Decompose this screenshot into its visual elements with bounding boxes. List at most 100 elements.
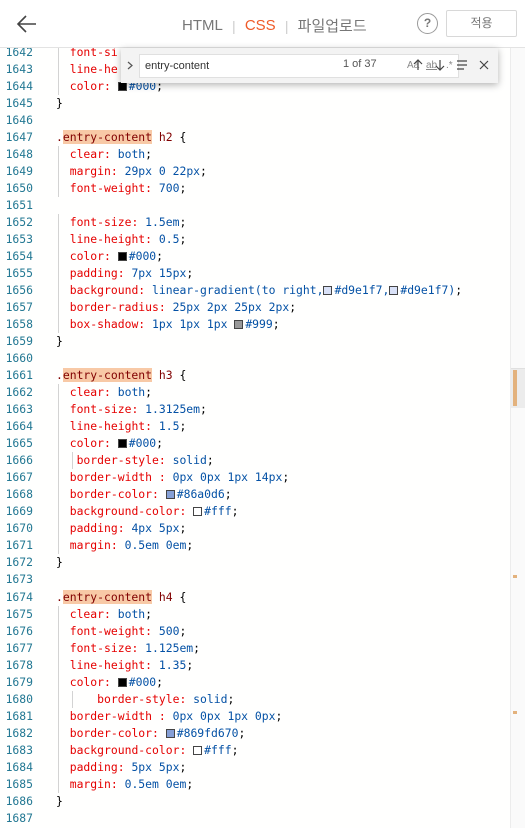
line-number: 1666 bbox=[5, 453, 33, 468]
color-swatch[interactable] bbox=[117, 677, 127, 687]
code-line: 1658 box-shadow: 1px 1px 1px #999; bbox=[0, 316, 525, 334]
code-lines: 1642 font-si 1643 line-he 1644 color: #000… bbox=[0, 48, 525, 827]
code-line: 1674 .entry-content h4 { bbox=[0, 589, 525, 606]
tab-css[interactable]: CSS bbox=[245, 17, 276, 34]
code-text: line-height: 0.5; bbox=[69, 232, 187, 247]
code-text: clear: both; bbox=[69, 385, 153, 400]
color-swatch[interactable] bbox=[389, 286, 399, 296]
code-line: 1667 border-width : 0px 0px 1px 14px; bbox=[0, 469, 525, 487]
line-number: 1679 bbox=[5, 674, 33, 689]
code-line: 1677 font-size: 1.125em; bbox=[0, 639, 525, 657]
code-text: border-style: solid; bbox=[97, 691, 235, 706]
tab-html[interactable]: HTML bbox=[182, 17, 223, 34]
line-number: 1657 bbox=[5, 300, 33, 315]
line-number: 1680 bbox=[5, 691, 33, 706]
line-number: 1675 bbox=[5, 606, 33, 621]
code-text: } bbox=[56, 555, 63, 570]
code-text: font-size: 1.125em; bbox=[69, 640, 201, 655]
code-text: line-height: 1.35; bbox=[69, 657, 194, 672]
line-number: 1661 bbox=[5, 368, 33, 383]
code-text: border-color: #86a0d6; bbox=[69, 487, 232, 502]
color-swatch[interactable] bbox=[193, 507, 203, 517]
apply-button[interactable]: 적용 bbox=[446, 10, 517, 37]
line-number: 1651 bbox=[5, 198, 33, 213]
code-text: .entry-content h2 { bbox=[56, 130, 187, 145]
line-number: 1644 bbox=[5, 79, 33, 94]
close-icon[interactable] bbox=[476, 57, 492, 73]
code-line: 1685 margin: 0.5em 0em; bbox=[0, 775, 525, 793]
line-number: 1687 bbox=[5, 810, 33, 825]
find-query: entry-content bbox=[145, 60, 210, 72]
code-text: border-style: solid; bbox=[76, 453, 214, 468]
code-text: line-he bbox=[69, 62, 118, 77]
color-swatch[interactable] bbox=[193, 745, 203, 755]
line-number: 1684 bbox=[5, 759, 33, 774]
code-text: font-weight: 500; bbox=[69, 623, 187, 638]
line-number: 1674 bbox=[5, 589, 33, 604]
code-text: font-weight: 700; bbox=[69, 181, 187, 196]
color-swatch[interactable] bbox=[323, 286, 333, 296]
code-line: 1652 font-size: 1.5em; bbox=[0, 214, 525, 232]
code-line: 1659} bbox=[0, 333, 525, 350]
color-swatch[interactable] bbox=[165, 728, 175, 738]
code-text: } bbox=[56, 793, 63, 808]
line-number: 1649 bbox=[5, 164, 33, 179]
color-swatch[interactable] bbox=[117, 82, 127, 92]
arrow-down-icon[interactable] bbox=[432, 57, 448, 73]
line-number: 1646 bbox=[5, 113, 33, 128]
code-line: 1664 line-height: 1.5; bbox=[0, 418, 525, 436]
code-line: 1668 border-color: #86a0d6; bbox=[0, 486, 525, 504]
code-line: 1646 bbox=[0, 112, 525, 129]
match-count: 1 of 37 bbox=[343, 58, 377, 70]
tab-file-upload[interactable]: 파일업로드 bbox=[298, 15, 367, 36]
code-text: background-color: #fff; bbox=[69, 504, 239, 519]
code-line: 1653 line-height: 0.5; bbox=[0, 231, 525, 249]
code-text: .entry-content h4 { bbox=[56, 589, 187, 604]
code-editor[interactable]: 1642 font-si 1643 line-he 1644 color: #000… bbox=[0, 48, 525, 828]
line-number: 1662 bbox=[5, 385, 33, 400]
code-text: padding: 5px 5px; bbox=[69, 759, 187, 774]
code-text: line-height: 1.5; bbox=[69, 419, 187, 434]
line-number: 1656 bbox=[5, 283, 33, 298]
tab-divider: | bbox=[232, 17, 236, 34]
color-swatch[interactable] bbox=[165, 490, 175, 500]
editor-tabs: HTML | CSS | 파일업로드 bbox=[182, 15, 367, 36]
editor-header: HTML | CSS | 파일업로드 ? 적용 bbox=[0, 0, 525, 48]
color-swatch[interactable] bbox=[234, 320, 244, 330]
code-line: 1651 bbox=[0, 197, 525, 214]
code-text: clear: both; bbox=[69, 606, 153, 621]
code-line: 1682 border-color: #869fd670; bbox=[0, 724, 525, 742]
line-number: 1670 bbox=[5, 521, 33, 536]
code-text: font-size: 1.3125em; bbox=[69, 402, 207, 417]
arrow-up-icon[interactable] bbox=[410, 57, 426, 73]
code-text: font-si bbox=[69, 48, 118, 59]
code-line: 1647 .entry-content h2 { bbox=[0, 129, 525, 146]
code-line: 1662 clear: both; bbox=[0, 384, 525, 402]
help-icon[interactable]: ? bbox=[417, 13, 438, 34]
color-swatch[interactable] bbox=[117, 439, 127, 449]
line-number: 1686 bbox=[5, 793, 33, 808]
back-arrow-icon[interactable] bbox=[14, 10, 42, 38]
code-text: .entry-content h3 { bbox=[56, 368, 187, 383]
line-number: 1654 bbox=[5, 249, 33, 264]
vertical-scrollbar[interactable] bbox=[510, 48, 525, 828]
code-text: border-color: #869fd670; bbox=[69, 725, 246, 740]
code-line: 1649 margin: 29px 0 22px; bbox=[0, 163, 525, 181]
color-swatch[interactable] bbox=[117, 252, 127, 262]
find-in-selection-icon[interactable] bbox=[454, 57, 470, 73]
line-number: 1645 bbox=[5, 96, 33, 111]
find-widget: entry-content Aa ab .* 1 of 37 bbox=[121, 48, 498, 83]
line-number: 1683 bbox=[5, 742, 33, 757]
line-number: 1671 bbox=[5, 538, 33, 553]
code-line: 1661 .entry-content h3 { bbox=[0, 367, 525, 384]
code-line: 1656 background: linear-gradient(to righ… bbox=[0, 282, 525, 300]
code-text: } bbox=[56, 96, 63, 111]
code-text: } bbox=[56, 334, 63, 349]
code-line: 1686} bbox=[0, 793, 525, 810]
code-text: box-shadow: 1px 1px 1px #999; bbox=[69, 317, 280, 332]
code-text: margin: 0.5em 0em; bbox=[69, 776, 194, 791]
line-number: 1676 bbox=[5, 623, 33, 638]
chevron-right-icon[interactable] bbox=[124, 57, 136, 74]
code-line: 1669 background-color: #fff; bbox=[0, 503, 525, 521]
code-text: padding: 7px 15px; bbox=[69, 266, 194, 281]
